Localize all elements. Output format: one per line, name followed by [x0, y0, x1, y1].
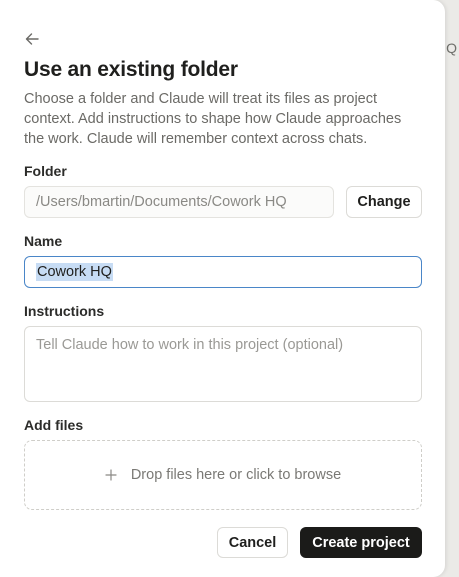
instructions-label: Instructions	[24, 303, 105, 319]
instructions-placeholder: Tell Claude how to work in this project …	[36, 337, 344, 353]
create-project-button[interactable]: Create project	[300, 527, 422, 558]
dropzone-text: Drop files here or click to browse	[130, 467, 342, 483]
folder-label: Folder	[24, 163, 67, 179]
file-dropzone[interactable]: Drop files here or click to browse	[24, 440, 422, 510]
name-input-value: Cowork HQ	[36, 263, 113, 281]
dialog-description: Choose a folder and Claude will treat it…	[24, 91, 402, 147]
add-files-label: Add files	[24, 417, 84, 433]
dialog-title: Use an existing folder	[24, 58, 238, 81]
backdrop-glyph: Q	[446, 40, 457, 56]
cancel-button[interactable]: Cancel	[217, 527, 288, 558]
arrow-left-icon	[25, 33, 39, 45]
name-label: Name	[24, 233, 63, 249]
back-button[interactable]	[20, 27, 44, 51]
name-input[interactable]: Cowork HQ	[24, 256, 422, 288]
folder-path-field: /Users/bmartin/Documents/Cowork HQ	[24, 186, 334, 218]
folder-path-value: /Users/bmartin/Documents/Cowork HQ	[36, 194, 287, 210]
change-folder-button[interactable]: Change	[346, 186, 422, 218]
instructions-textarea[interactable]: Tell Claude how to work in this project …	[24, 326, 422, 402]
use-existing-folder-dialog: Use an existing folder Choose a folder a…	[0, 0, 445, 577]
plus-icon	[105, 469, 117, 481]
